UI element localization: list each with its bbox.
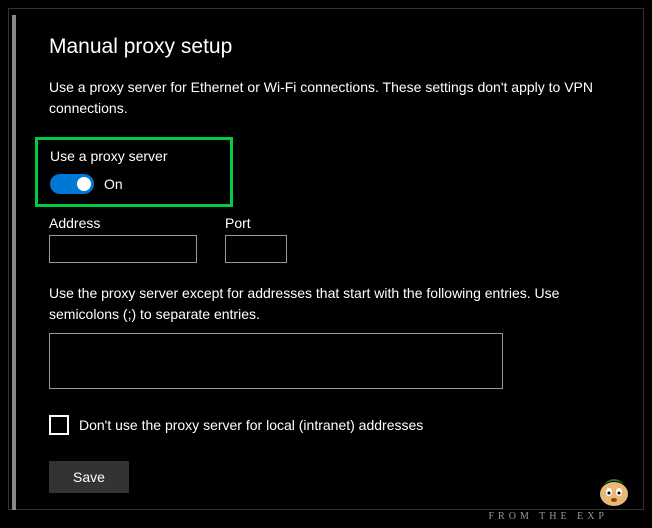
mascot-icon (594, 464, 634, 508)
local-bypass-label: Don't use the proxy server for local (in… (79, 417, 423, 433)
proxy-toggle-highlight: Use a proxy server On (35, 137, 233, 207)
address-label: Address (49, 215, 197, 231)
proxy-toggle-state: On (104, 176, 123, 192)
local-bypass-checkbox[interactable] (49, 415, 69, 435)
save-button[interactable]: Save (49, 461, 129, 493)
address-field-group: Address (49, 215, 197, 263)
page-description: Use a proxy server for Ethernet or Wi-Fi… (49, 77, 607, 119)
port-input[interactable] (225, 235, 287, 263)
settings-panel: Manual proxy setup Use a proxy server fo… (8, 8, 644, 510)
proxy-toggle-label: Use a proxy server (50, 148, 218, 164)
local-bypass-row: Don't use the proxy server for local (in… (49, 415, 607, 435)
address-input[interactable] (49, 235, 197, 263)
page-title: Manual proxy setup (49, 35, 607, 59)
proxy-toggle-row: On (50, 174, 218, 194)
exceptions-input[interactable] (49, 333, 503, 389)
watermark-text: FROM THE EXP (489, 511, 609, 522)
toggle-knob (77, 177, 91, 191)
exceptions-description: Use the proxy server except for addresse… (49, 283, 607, 325)
proxy-toggle-switch[interactable] (50, 174, 94, 194)
address-port-row: Address Port (49, 215, 607, 263)
port-label: Port (225, 215, 287, 231)
port-field-group: Port (225, 215, 287, 263)
scrollbar[interactable] (12, 15, 16, 510)
content-area: Manual proxy setup Use a proxy server fo… (9, 9, 643, 517)
